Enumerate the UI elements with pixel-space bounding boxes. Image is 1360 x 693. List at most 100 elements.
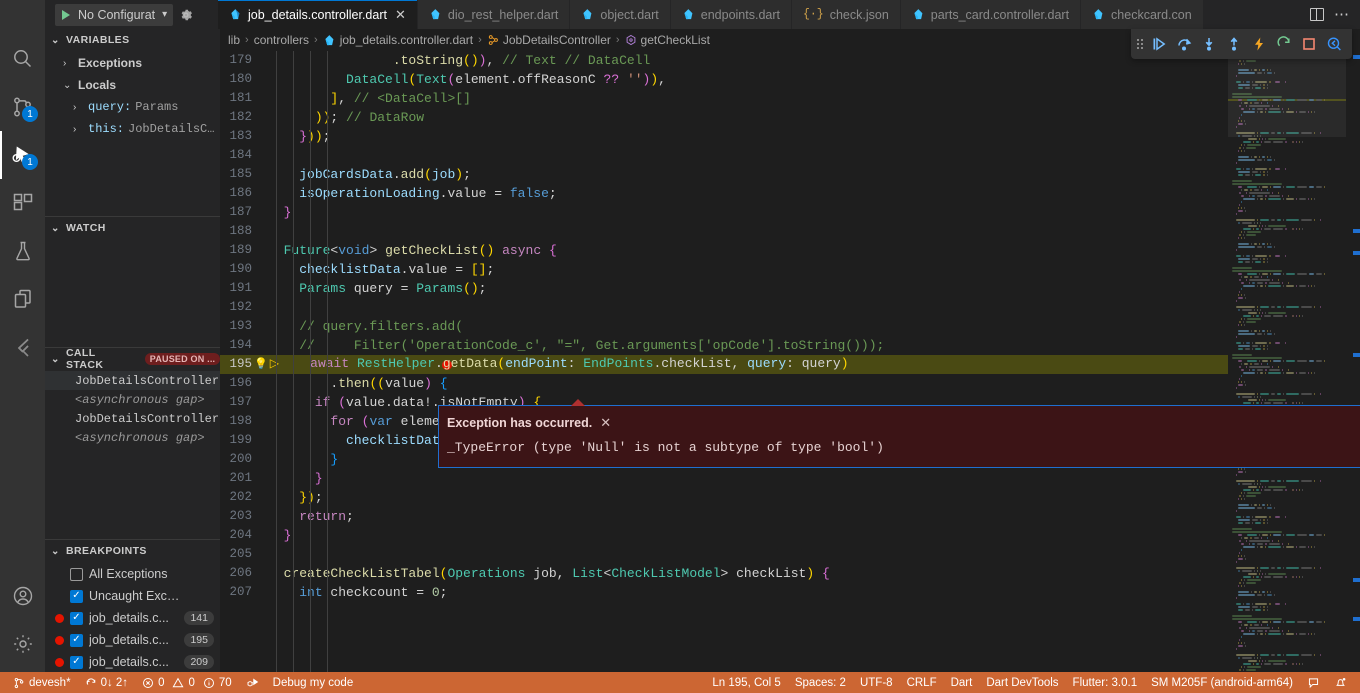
code-line[interactable]: 180 DataCell(Text(element.offReasonC ?? … xyxy=(220,70,1360,89)
breakpoint-checkbox[interactable] xyxy=(70,611,83,625)
code-line[interactable]: 186 isOperationLoading.value = false; xyxy=(220,184,1360,203)
breadcrumb-item-controllers[interactable]: controllers xyxy=(254,33,309,47)
breakpoint-checkbox[interactable] xyxy=(70,589,83,603)
lightbulb-icon[interactable]: 💡 xyxy=(254,359,268,371)
status-feedback[interactable] xyxy=(1300,672,1327,693)
breakpoints-pane-header[interactable]: ⌄ BREAKPOINTS xyxy=(45,540,220,562)
split-editor-icon[interactable] xyxy=(1310,8,1324,21)
status-debug-session[interactable]: Debug my code xyxy=(266,672,361,693)
continue-button[interactable] xyxy=(1147,32,1171,56)
step-over-button[interactable] xyxy=(1172,32,1196,56)
code-line[interactable]: 185 jobCardsData.add(job); xyxy=(220,165,1360,184)
activity-flutter[interactable] xyxy=(0,323,45,371)
activity-search[interactable] xyxy=(0,35,45,83)
code-line[interactable]: 203 return; xyxy=(220,507,1360,526)
code-line[interactable]: 188 xyxy=(220,222,1360,241)
status-dart-devtools[interactable]: Dart DevTools xyxy=(979,672,1065,693)
breakpoint-checkbox[interactable] xyxy=(70,633,83,647)
call-stack-frame[interactable]: JobDetailsController xyxy=(45,371,220,390)
step-into-button[interactable] xyxy=(1197,32,1221,56)
variables-pane-header[interactable]: ⌄ VARIABLES xyxy=(45,29,220,51)
status-debug-target[interactable] xyxy=(239,672,266,693)
variables-row-this[interactable]: › this: JobDetailsC… xyxy=(45,118,220,140)
activity-settings[interactable] xyxy=(0,620,45,668)
status-indentation[interactable]: Spaces: 2 xyxy=(788,672,853,693)
status-device[interactable]: SM M205F (android-arm64) xyxy=(1144,672,1300,693)
breadcrumb-item-lib[interactable]: lib xyxy=(228,33,240,47)
code-line[interactable]: 206 createCheckListTabel(Operations job,… xyxy=(220,564,1360,583)
call-stack-pane-header[interactable]: ⌄ CALL STACK PAUSED ON ... xyxy=(45,347,220,371)
breakpoint-item[interactable]: job_details.c... 195 xyxy=(45,629,220,651)
play-icon[interactable] xyxy=(62,9,70,20)
breadcrumb-item-file[interactable]: job_details.controller.dart xyxy=(323,33,473,47)
status-language-mode[interactable]: Dart xyxy=(944,672,980,693)
hot-reload-button[interactable] xyxy=(1247,32,1271,56)
close-icon[interactable]: ✕ xyxy=(395,7,406,23)
tab-checkcard-con[interactable]: checkcard.con xyxy=(1081,0,1204,29)
code-line[interactable]: 204 } xyxy=(220,526,1360,545)
status-notifications[interactable] xyxy=(1327,672,1354,693)
breakpoint-item[interactable]: job_details.c... 209 xyxy=(45,651,220,672)
tab-job_details-controller-dart[interactable]: job_details.controller.dart ✕ xyxy=(218,0,418,29)
variables-row-exceptions[interactable]: › Exceptions xyxy=(45,52,220,74)
code-line[interactable]: 187 } xyxy=(220,203,1360,222)
code-line[interactable]: 189 Future<void> getCheckList() async { xyxy=(220,241,1360,260)
chevron-down-icon[interactable]: ⌄ xyxy=(63,80,74,91)
ellipsis-icon[interactable]: ⋯ xyxy=(1334,7,1350,22)
activity-run-and-debug[interactable]: 1 xyxy=(0,131,45,179)
tab-check-json[interactable]: {·} check.json xyxy=(792,0,901,29)
chevron-down-icon[interactable]: ⌄ xyxy=(51,546,62,557)
code-line[interactable]: 201 } xyxy=(220,469,1360,488)
code-line[interactable]: 183 })); xyxy=(220,127,1360,146)
chevron-right-icon[interactable]: › xyxy=(73,102,84,113)
code-line[interactable]: 181 ], // <DataCell>[] xyxy=(220,89,1360,108)
widget-inspector-icon[interactable] xyxy=(1322,32,1346,56)
code-line[interactable]: 207 int checkcount = 0; xyxy=(220,583,1360,602)
code-line[interactable]: 184 xyxy=(220,146,1360,165)
chevron-down-icon[interactable]: ⌄ xyxy=(51,354,62,365)
chevron-right-icon[interactable]: › xyxy=(63,58,74,69)
code-line[interactable]: 190 checklistData.value = []; xyxy=(220,260,1360,279)
tab-object-dart[interactable]: object.dart xyxy=(570,0,671,29)
breadcrumb-item-class[interactable]: JobDetailsController xyxy=(487,33,611,47)
chevron-right-icon[interactable]: › xyxy=(73,124,84,135)
call-stack-frame[interactable]: <asynchronous gap> xyxy=(45,390,220,409)
code-line[interactable]: 191 Params query = Params(); xyxy=(220,279,1360,298)
chevron-down-icon[interactable]: ⌄ xyxy=(51,223,62,234)
minimap-slider[interactable] xyxy=(1228,51,1346,137)
status-cursor-position[interactable]: Ln 195, Col 5 xyxy=(705,672,787,693)
overview-ruler[interactable] xyxy=(1346,51,1360,672)
breakpoint-checkbox[interactable] xyxy=(70,655,83,669)
tab-dio_rest_helper-dart[interactable]: dio_rest_helper.dart xyxy=(417,0,571,29)
restart-button[interactable] xyxy=(1272,32,1296,56)
chevron-down-icon[interactable]: ⌄ xyxy=(51,35,62,46)
breakpoint-item[interactable]: job_details.c... 141 xyxy=(45,607,220,629)
activity-extensions[interactable] xyxy=(0,179,45,227)
launch-configuration-selector[interactable]: No Configurat ▾ xyxy=(55,3,174,26)
breakpoint-uncaught-exceptions[interactable]: Uncaught Except... xyxy=(45,585,220,607)
step-out-button[interactable] xyxy=(1222,32,1246,56)
activity-copy-files[interactable] xyxy=(0,275,45,323)
watch-pane-header[interactable]: ⌄ WATCH xyxy=(45,217,220,239)
call-stack-frame[interactable]: JobDetailsController xyxy=(45,409,220,428)
status-flutter-version[interactable]: Flutter: 3.0.1 xyxy=(1066,672,1145,693)
variables-row-locals[interactable]: ⌄ Locals xyxy=(45,74,220,96)
code-line[interactable]: 194 // Filter('OperationCode_c', "=", Ge… xyxy=(220,336,1360,355)
code-line[interactable]: 193 // query.filters.add( xyxy=(220,317,1360,336)
code-line[interactable]: 196 .then((value) { xyxy=(220,374,1360,393)
breakpoint-all-exceptions[interactable]: All Exceptions xyxy=(45,563,220,585)
activity-testing[interactable] xyxy=(0,227,45,275)
gear-icon[interactable] xyxy=(179,8,193,22)
code-lines[interactable]: 179 .toString()), // Text // DataCell 180… xyxy=(220,51,1360,672)
status-branch[interactable]: devesh* xyxy=(6,672,78,693)
debug-toolbar[interactable] xyxy=(1131,29,1352,59)
chevron-down-icon[interactable]: ▾ xyxy=(162,9,167,20)
code-line[interactable]: 182 )); // DataRow xyxy=(220,108,1360,127)
close-icon[interactable]: ✕ xyxy=(600,415,611,431)
variables-row-query[interactable]: › query: Params xyxy=(45,96,220,118)
status-sync[interactable]: 0↓ 2↑ xyxy=(78,672,136,693)
minimap[interactable] xyxy=(1228,51,1346,672)
tab-parts_card-controller-dart[interactable]: parts_card.controller.dart xyxy=(900,0,1082,29)
activity-source-control[interactable]: 1 xyxy=(0,83,45,131)
call-stack-frame[interactable]: <asynchronous gap> xyxy=(45,428,220,447)
